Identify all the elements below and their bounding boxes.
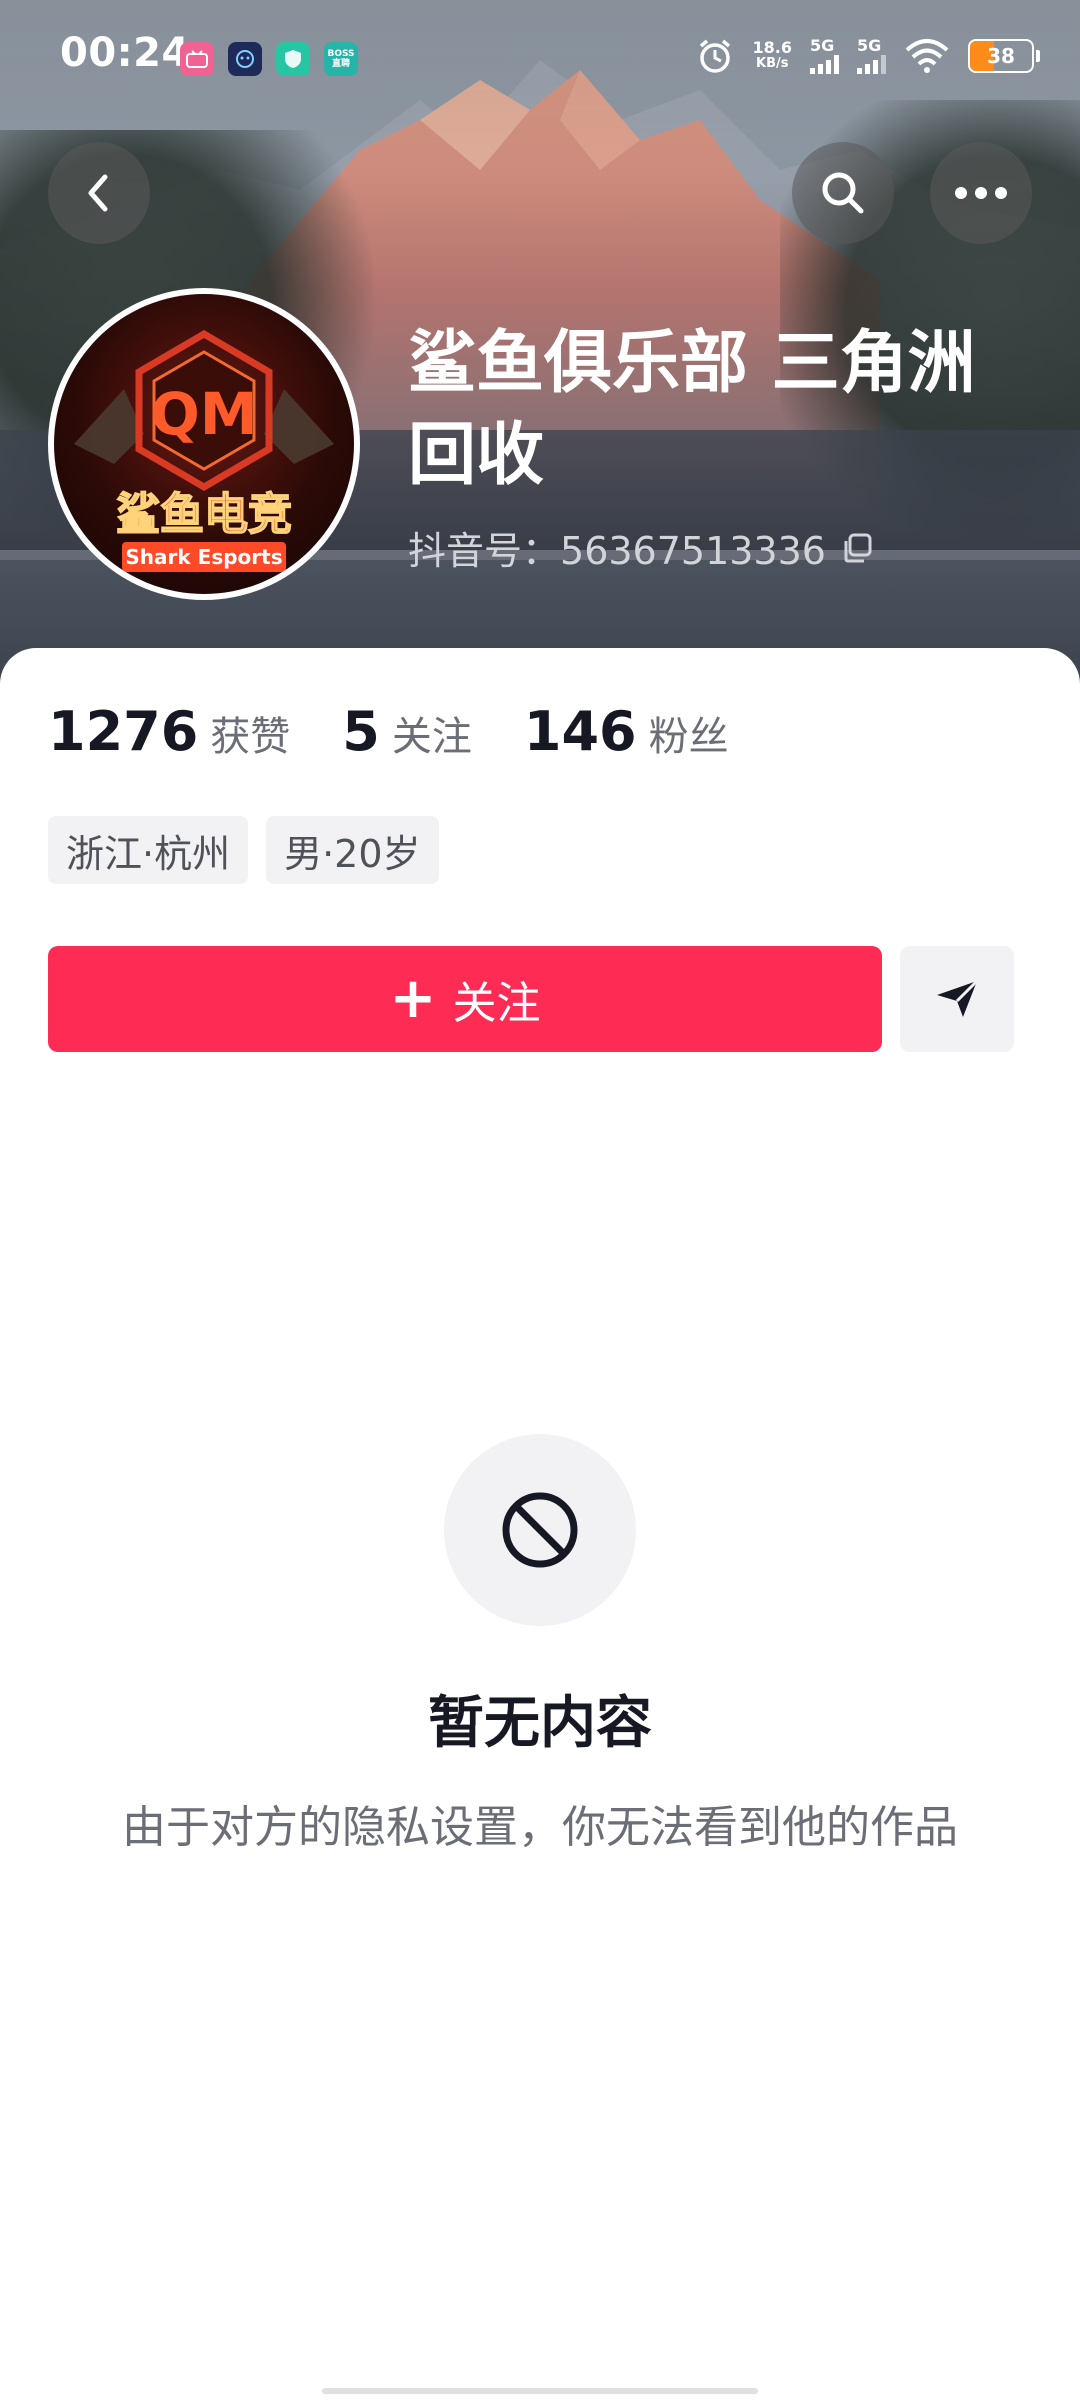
notification-app-icons: BOSS 直聘 bbox=[180, 42, 358, 76]
stat-followers[interactable]: 146 粉丝 bbox=[524, 700, 729, 763]
back-button[interactable] bbox=[48, 142, 150, 244]
search-button[interactable] bbox=[792, 142, 894, 244]
tag-location: 浙江·杭州 bbox=[48, 816, 249, 884]
signal-bars-icon bbox=[857, 54, 886, 74]
signal-bars-icon bbox=[810, 54, 839, 74]
plus-icon: + bbox=[389, 966, 437, 1031]
send-icon bbox=[937, 979, 979, 1017]
stat-following[interactable]: 5 关注 bbox=[342, 700, 472, 763]
shield-app-icon bbox=[276, 42, 310, 76]
search-icon bbox=[822, 172, 864, 214]
wifi-icon bbox=[905, 39, 949, 73]
status-bar: 00:24 BOSS 直聘 18.6 KB/s 5G 5G 38 bbox=[0, 0, 1080, 110]
signal-5g-1: 5G bbox=[810, 38, 839, 74]
chevron-left-icon bbox=[88, 174, 108, 212]
tag-gender-age: 男·20岁 bbox=[266, 816, 439, 884]
shark-esports-logo: QM 鲨鱼电竞 Shark Esports bbox=[54, 294, 354, 594]
bilibili-icon bbox=[180, 42, 214, 76]
status-time: 00:24 bbox=[60, 30, 190, 76]
logo-title: 鲨鱼电竞 bbox=[116, 489, 292, 540]
profile-stats: 1276 获赞 5 关注 146 粉丝 bbox=[48, 700, 729, 763]
empty-state-title: 暂无内容 bbox=[428, 1691, 652, 1756]
battery-indicator: 38 bbox=[968, 39, 1040, 73]
shark-esports-logo-image: QM 鲨鱼电竞 Shark Esports bbox=[74, 329, 334, 572]
network-speed: 18.6 KB/s bbox=[752, 38, 792, 72]
stat-likes[interactable]: 1276 获赞 bbox=[48, 700, 290, 763]
logo-subtitle: Shark Esports bbox=[125, 545, 282, 569]
boss-zhipin-icon: BOSS 直聘 bbox=[324, 42, 358, 76]
avatar[interactable]: QM 鲨鱼电竞 Shark Esports bbox=[48, 288, 360, 600]
home-indicator[interactable] bbox=[322, 2388, 758, 2394]
prohibited-icon bbox=[502, 1492, 578, 1568]
robot-app-icon bbox=[228, 42, 262, 76]
profile-card: 1276 获赞 5 关注 146 粉丝 浙江·杭州 男·20岁 + 关注 暂无内容 由… bbox=[0, 648, 1080, 2400]
send-message-button[interactable] bbox=[900, 946, 1014, 1052]
follow-label: 关注 bbox=[452, 978, 541, 1029]
empty-state-description: 由于对方的隐私设置，你无法看到他的作品 bbox=[122, 1802, 958, 1853]
alarm-icon bbox=[699, 39, 730, 73]
follow-button[interactable]: + 关注 bbox=[48, 946, 882, 1052]
logo-monogram: QM bbox=[150, 380, 257, 448]
signal-5g-2: 5G bbox=[857, 38, 886, 74]
copy-icon[interactable] bbox=[840, 531, 874, 565]
douyin-id[interactable]: 抖音号：56367513336 bbox=[408, 520, 874, 575]
profile-tags: 浙江·杭州 男·20岁 bbox=[48, 816, 439, 884]
more-dots-icon bbox=[955, 187, 1007, 199]
more-options-button[interactable] bbox=[930, 142, 1032, 244]
empty-state-icon-circle bbox=[444, 1434, 636, 1626]
profile-name: 鲨鱼俱乐部 三角洲回收 bbox=[408, 324, 976, 495]
